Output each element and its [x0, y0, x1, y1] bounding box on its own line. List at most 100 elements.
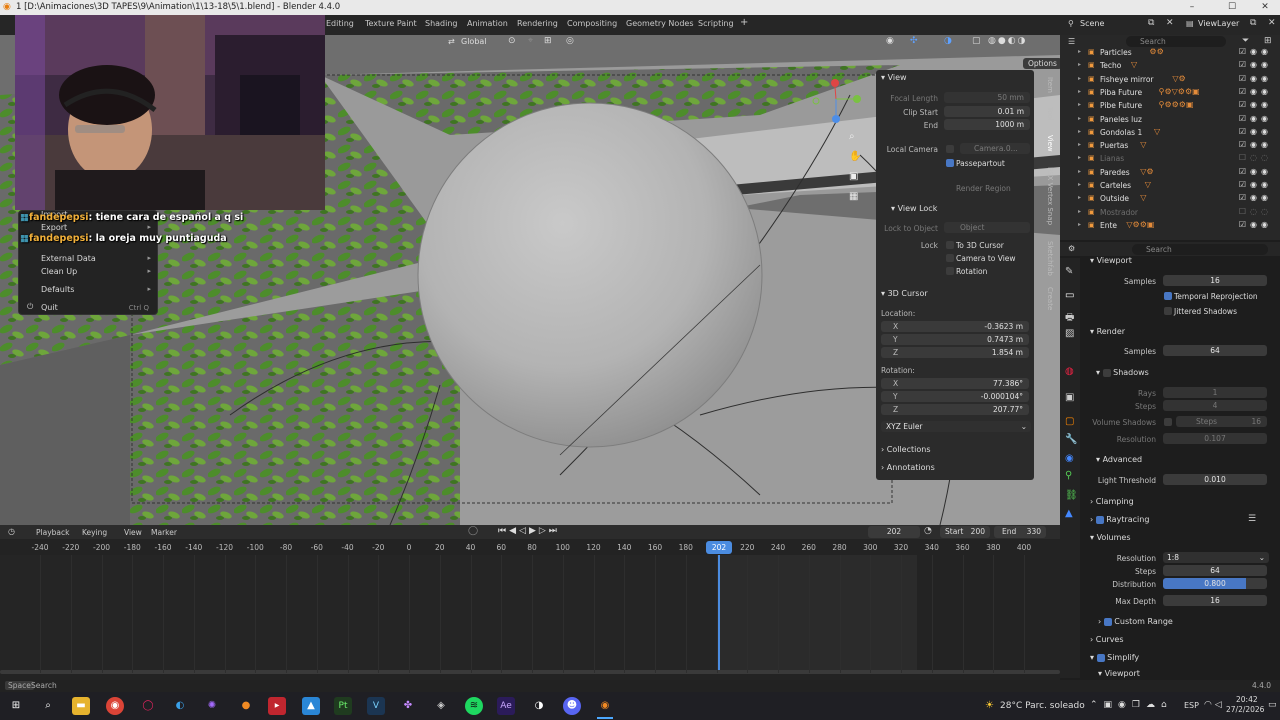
camera-to-view-checkbox[interactable]: [946, 254, 954, 262]
render-section-header[interactable]: ▾ Render: [1090, 327, 1125, 336]
render-samples-field[interactable]: 64: [1163, 345, 1267, 356]
tab-tool[interactable]: Tool: [1040, 104, 1054, 124]
outliner-row[interactable]: ▸ ▣ Mostrador ☐◌◌: [1060, 206, 1280, 219]
expand-arrow-icon[interactable]: ▸: [1078, 61, 1081, 68]
menu-item-quit[interactable]: Quit: [41, 303, 58, 312]
visibility-toggles[interactable]: ☑◉◉: [1239, 167, 1272, 176]
tab-scripting[interactable]: Scripting: [698, 19, 734, 28]
outliner-row[interactable]: ▸ ▣ Gondolas 1 ▽ ☑◉◉: [1060, 126, 1280, 139]
menu-item-clean-up[interactable]: Clean Up: [41, 267, 77, 276]
orientation-dropdown[interactable]: Global: [461, 37, 487, 46]
shadows-section-header[interactable]: ▾ Shadows: [1096, 368, 1149, 377]
expand-arrow-icon[interactable]: ▸: [1078, 168, 1081, 175]
editor-type-icon[interactable]: ◷: [8, 527, 15, 536]
expand-arrow-icon[interactable]: ▸: [1078, 154, 1081, 161]
playhead-frame-label[interactable]: 202: [706, 541, 732, 554]
delete-view-layer-icon[interactable]: ✕: [1268, 18, 1276, 28]
current-frame-field[interactable]: 202: [868, 526, 920, 538]
visibility-toggles[interactable]: ☑◉◉: [1239, 127, 1272, 136]
particles-tab-icon[interactable]: ◉: [1065, 453, 1074, 464]
expand-arrow-icon[interactable]: ▸: [1078, 128, 1081, 135]
viewport-section-header[interactable]: ▾ Viewport: [1090, 256, 1132, 265]
snap-target-icon[interactable]: ⊞: [544, 36, 552, 46]
outliner-row[interactable]: ▸ ▣ Techo ▽ ☑◉◉: [1060, 59, 1280, 72]
visibility-toggles[interactable]: ☑◉◉: [1239, 220, 1272, 229]
tab-create[interactable]: Create: [1040, 285, 1054, 313]
expand-arrow-icon[interactable]: ▸: [1078, 221, 1081, 228]
discord-icon[interactable]: ☻: [563, 697, 581, 715]
vegas-icon[interactable]: V: [367, 697, 385, 715]
system-tray-icons[interactable]: ⌃▣◉❐☁⌂: [1090, 700, 1173, 710]
outliner-row[interactable]: ▸ ▣ Particles ⚙⚙ ☑◉◉: [1060, 46, 1280, 59]
shadow-resolution-field[interactable]: 0.107: [1163, 433, 1267, 444]
snap-icon[interactable]: ⌖: [528, 36, 533, 46]
tab-geometry-nodes[interactable]: Geometry Nodes: [626, 19, 693, 28]
wifi-volume-icons[interactable]: ◠ ◁: [1204, 700, 1222, 710]
outliner-row[interactable]: ▸ ▣ Piba Future ⚲⚙▽⚙⚙▣ ☑◉◉: [1060, 86, 1280, 99]
outliner-row[interactable]: ▸ ▣ Ente ▽⚙⚙▣ ☑◉◉: [1060, 219, 1280, 232]
volume-shadows-checkbox[interactable]: [1164, 418, 1172, 426]
outliner-row[interactable]: ▸ ▣ Puertas ▽ ☑◉◉: [1060, 139, 1280, 152]
new-collection-icon[interactable]: ⊞: [1264, 36, 1272, 46]
view-layer-name[interactable]: ViewLayer: [1198, 19, 1239, 28]
pan-hand-icon[interactable]: ✋: [849, 151, 861, 162]
cursor-y-field[interactable]: Y 0.7473 m: [881, 334, 1029, 345]
obs-icon[interactable]: ◑: [530, 697, 548, 715]
rotation-mode-dropdown[interactable]: XYZ Euler ⌄: [881, 421, 1031, 432]
camera-view-icon[interactable]: ▣: [849, 171, 858, 182]
collections-section-header[interactable]: › Collections: [881, 445, 931, 454]
volume-steps-field[interactable]: Steps 16: [1176, 416, 1267, 427]
video-app-icon[interactable]: ▶: [268, 697, 286, 715]
visibility-toggles[interactable]: ☑◉◉: [1239, 114, 1272, 123]
marker-menu[interactable]: Marker: [151, 528, 177, 537]
blender-app-icon[interactable]: ●: [237, 697, 255, 715]
blender-active-icon[interactable]: ◉: [596, 697, 614, 715]
gizmo-icon[interactable]: ✣: [910, 36, 918, 46]
outliner-row[interactable]: ▸ ▣ Paneles luz ☑◉◉: [1060, 113, 1280, 126]
tab-editing[interactable]: Editing: [326, 19, 354, 28]
local-camera-field[interactable]: Camera.0...: [960, 143, 1030, 154]
visibility-toggles[interactable]: ☐◌◌: [1239, 153, 1272, 162]
tab-animation[interactable]: Animation: [467, 19, 508, 28]
menu-item-export[interactable]: Export: [41, 223, 67, 232]
simplify-viewport-header[interactable]: ▾ Viewport: [1098, 669, 1140, 678]
visibility-toggles[interactable]: ☑◉◉: [1239, 193, 1272, 202]
tool-tab-icon[interactable]: ✎: [1065, 266, 1073, 277]
shadow-steps-field[interactable]: 4: [1163, 400, 1267, 411]
expand-arrow-icon[interactable]: ▸: [1078, 181, 1081, 188]
overlay-icon[interactable]: ◑: [944, 36, 952, 46]
cursor-rot-z-field[interactable]: Z 207.77°: [881, 404, 1029, 415]
expand-arrow-icon[interactable]: ▸: [1078, 208, 1081, 215]
scene-tab-icon[interactable]: ◍: [1065, 366, 1074, 377]
cursor-x-field[interactable]: X -0.3623 m: [881, 321, 1029, 332]
visibility-toggles[interactable]: ☑◉◉: [1239, 60, 1272, 69]
simplify-section-header[interactable]: ▾ Simplify: [1090, 653, 1139, 662]
photos-icon[interactable]: ▲: [302, 697, 320, 715]
visibility-toggles[interactable]: ☐◌◌: [1239, 207, 1272, 216]
file-explorer-icon[interactable]: ▬: [72, 697, 90, 715]
minimize-button[interactable]: –: [1172, 0, 1212, 15]
weather-text[interactable]: 28°C Parc. soleado: [1000, 701, 1085, 711]
shading-mode-icons[interactable]: ◍●◐◑: [988, 36, 1027, 46]
physics-tab-icon[interactable]: ⚲: [1065, 470, 1072, 481]
xray-icon[interactable]: ▢: [972, 36, 981, 46]
tab-psx-vertex-snap[interactable]: PSX Vertex Snap: [1040, 162, 1054, 230]
tab-texture-paint[interactable]: Texture Paint: [365, 19, 417, 28]
playback-controls[interactable]: ⏮◀◁▶▷⏭: [498, 526, 560, 536]
clock-date[interactable]: 27/2/2026: [1226, 705, 1264, 714]
max-depth-field[interactable]: 16: [1163, 595, 1267, 606]
expand-arrow-icon[interactable]: ▸: [1078, 194, 1081, 201]
custom-range-header[interactable]: › Custom Range: [1098, 617, 1173, 626]
menu-item-defaults[interactable]: Defaults: [41, 285, 74, 294]
expand-arrow-icon[interactable]: ▸: [1078, 75, 1081, 82]
outliner-row[interactable]: ▸ ▣ Pibe Future ⚲⚙⚙⚙▣ ☑◉◉: [1060, 99, 1280, 112]
view-layer-tab-icon[interactable]: ▨: [1065, 328, 1074, 339]
notifications-icon[interactable]: ▭: [1268, 700, 1277, 710]
constraints-tab-icon[interactable]: ⛓: [1065, 490, 1078, 501]
clip-end-field[interactable]: 1000 m: [944, 119, 1030, 130]
obs-app-icon[interactable]: ◈: [432, 697, 450, 715]
expand-arrow-icon[interactable]: ▸: [1078, 48, 1081, 55]
chrome-icon[interactable]: ◉: [106, 697, 124, 715]
zoom-icon[interactable]: ⌕: [849, 131, 855, 142]
view-section-header[interactable]: ▾ View: [881, 73, 907, 82]
